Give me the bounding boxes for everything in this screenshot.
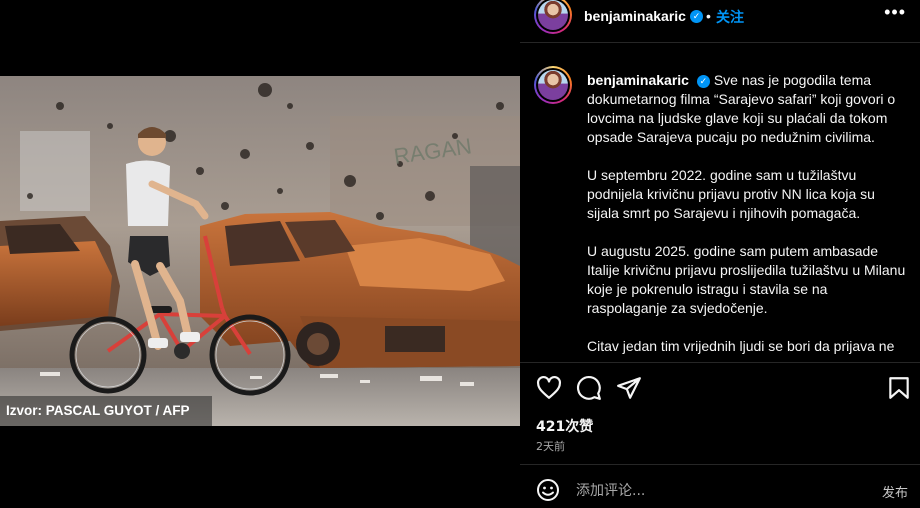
caption-paragraph-2: U septembru 2022. godine sam u tužilaštv… [587,167,875,221]
comment-bar: 发布 [520,472,920,508]
author-avatar[interactable] [534,0,572,34]
caption-paragraph-3: U augustu 2025. godine sam putem ambasad… [587,243,906,316]
caption-username[interactable]: benjaminakaric [587,72,689,88]
caption-text: benjaminakaric ✓ Sve nas je pogodila tema… [587,71,907,362]
comment-input[interactable] [576,480,866,502]
post-media-pane: RAGAN Izvor: PASCAL GUYOT / AFP [0,0,520,508]
verified-badge-icon: ✓ [690,10,703,23]
caption-verified-badge-icon: ✓ [696,75,710,88]
emoji-icon[interactable] [536,478,560,502]
separator-dot: • [706,8,711,24]
caption-paragraph-4: Citav jedan tim vrijednih ljudi se bori … [587,338,895,354]
header-divider [520,42,920,43]
actions-divider [520,362,920,363]
caption-author-avatar[interactable] [534,66,572,104]
post-side-panel: benjaminakaric ✓ • 关注 ••• benjaminakaric… [520,0,920,508]
post-header: benjaminakaric ✓ • 关注 ••• [520,0,920,34]
photo-credit: Izvor: PASCAL GUYOT / AFP [0,396,212,426]
post-photo[interactable]: RAGAN Izvor: PASCAL GUYOT / AFP [0,76,520,426]
post-actions [520,372,920,404]
more-options-icon[interactable]: ••• [884,2,906,23]
caption-paragraph-1: benjaminakaric ✓ Sve nas je pogodila tema… [587,71,907,147]
follow-button[interactable]: 关注 [716,7,744,27]
post-timestamp[interactable]: 2天前 [536,438,565,454]
photo-boy-on-bicycle-burned-cars: RAGAN [0,76,520,426]
share-icon[interactable] [616,375,642,401]
author-username[interactable]: benjaminakaric [584,8,686,24]
comment-divider [520,464,920,465]
post-caption: benjaminakaric ✓ Sve nas je pogodila tema… [520,62,920,362]
likes-count[interactable]: 421次赞 [536,416,593,436]
bookmark-icon[interactable] [886,375,912,401]
comment-icon[interactable] [576,375,602,401]
heart-icon[interactable] [536,375,562,401]
post-comment-button[interactable]: 发布 [882,482,908,501]
